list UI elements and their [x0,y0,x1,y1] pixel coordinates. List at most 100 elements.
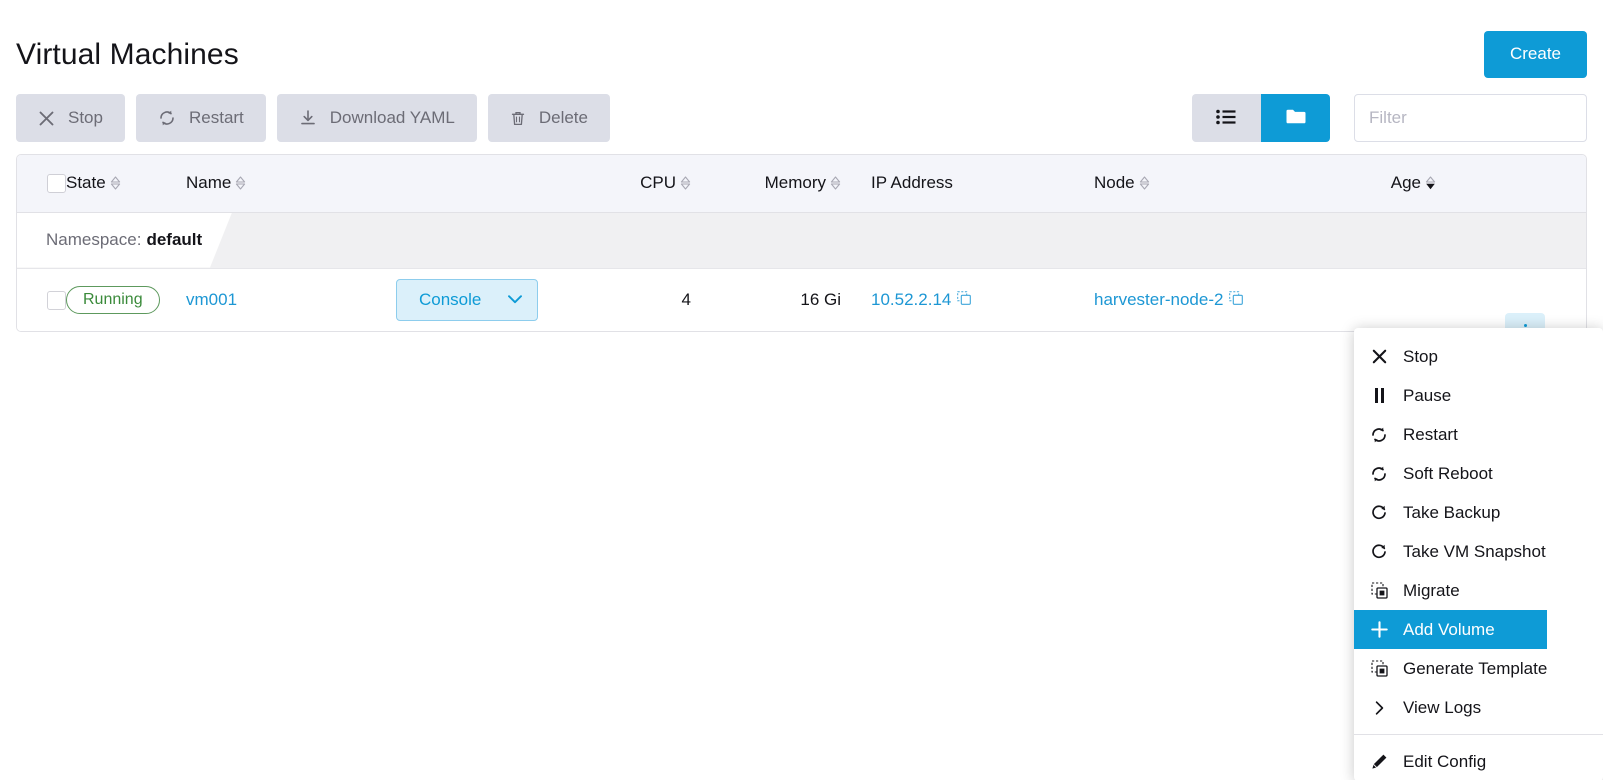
menu-separator [1354,734,1603,735]
th-node[interactable]: Node [1066,155,1361,212]
delete-button[interactable]: Delete [488,94,610,142]
group-row-cell: Namespace:default [17,212,1586,268]
page-title: Virtual Machines [16,38,239,71]
filter-input[interactable] [1354,94,1587,142]
namespace-label: Namespace: [46,230,141,250]
cell-ip-address: 10.52.2.14 [841,268,1066,331]
th-cpu[interactable]: CPU [581,155,691,212]
view-toggle-group[interactable] [1261,94,1330,142]
th-select-all [17,155,66,212]
refresh-icon [1369,426,1389,444]
menu-item-take-vm-snapshot[interactable]: Take VM Snapshot [1354,532,1603,571]
backup-icon [1369,504,1389,522]
chevron-down-icon [507,290,523,310]
menu-item-generate-template[interactable]: Generate Template [1354,649,1603,688]
th-ip-address-label: IP Address [871,173,953,193]
th-age-label: Age [1391,173,1421,193]
pause-icon [1369,388,1389,403]
node-link[interactable]: harvester-node-2 [1094,290,1223,310]
namespace-tab: Namespace:default [17,213,232,268]
menu-item-generate-template-label: Generate Template [1403,659,1547,679]
chevron-right-icon [1369,700,1389,716]
template-icon [1369,660,1389,677]
bulk-actions-group: Stop Restart [16,94,610,142]
cell-console: Console [396,268,581,331]
th-console [396,155,581,212]
menu-item-take-vm-snapshot-label: Take VM Snapshot [1403,542,1546,562]
menu-item-view-logs[interactable]: View Logs [1354,688,1603,727]
sort-icon [830,175,841,191]
cell-name: vm001 [186,268,396,331]
th-ip-address: IP Address [841,155,1066,212]
th-state[interactable]: State [66,155,186,212]
refresh-icon [158,109,176,127]
th-state-label: State [66,173,106,193]
download-icon [299,109,317,127]
sort-icon [1139,175,1150,191]
stop-button-label: Stop [68,108,103,128]
view-toggle-list[interactable] [1192,94,1261,142]
menu-item-stop[interactable]: Stop [1354,337,1603,376]
menu-item-take-backup-label: Take Backup [1403,503,1500,523]
plus-icon [1369,620,1389,639]
snapshot-icon [1369,543,1389,561]
sort-icon [110,175,121,191]
th-cpu-label: CPU [640,173,676,193]
list-icon [1216,109,1237,128]
close-icon [1369,348,1389,365]
menu-item-migrate[interactable]: Migrate [1354,571,1603,610]
th-memory-label: Memory [765,173,826,193]
sort-icon [235,175,246,191]
download-yaml-button[interactable]: Download YAML [277,94,477,142]
menu-item-soft-reboot[interactable]: Soft Reboot [1354,454,1603,493]
menu-item-take-backup[interactable]: Take Backup [1354,493,1603,532]
sort-icon-active [1425,175,1436,191]
menu-item-add-volume[interactable]: Add Volume [1354,610,1547,649]
create-button[interactable]: Create [1484,31,1587,78]
table-header-row: State Name [17,155,1586,212]
virtual-machines-page: Virtual Machines Create Stop [0,0,1603,780]
menu-item-restart[interactable]: Restart [1354,415,1603,454]
refresh-icon [1369,465,1389,483]
sort-icon [680,175,691,191]
copy-icon[interactable] [1229,290,1243,310]
cell-select [17,268,66,331]
menu-item-migrate-label: Migrate [1403,581,1460,601]
page-header: Virtual Machines Create [16,0,1587,90]
menu-item-add-volume-label: Add Volume [1403,620,1495,640]
menu-item-edit-config-label: Edit Config [1403,752,1486,772]
cell-age [1361,268,1586,331]
trash-icon [510,110,526,127]
th-name[interactable]: Name [186,155,396,212]
console-button[interactable]: Console [396,279,538,321]
th-node-label: Node [1094,173,1135,193]
console-button-label: Console [419,290,481,310]
menu-item-edit-config[interactable]: Edit Config [1354,742,1603,780]
folder-icon [1285,108,1307,128]
close-icon [38,110,55,127]
th-age[interactable]: Age [1361,155,1586,212]
stop-button[interactable]: Stop [16,94,125,142]
view-toggle [1192,94,1330,142]
table-row[interactable]: Running vm001 Console 4 16 [17,268,1586,331]
menu-item-pause-label: Pause [1403,386,1451,406]
cell-node: harvester-node-2 [1066,268,1361,331]
namespace-value: default [146,230,202,250]
copy-icon[interactable] [957,290,971,310]
cell-cpu: 4 [581,268,691,331]
pencil-icon [1369,753,1389,770]
menu-item-pause[interactable]: Pause [1354,376,1603,415]
toolbar: Stop Restart [16,90,1587,146]
th-memory[interactable]: Memory [691,155,841,212]
restart-button[interactable]: Restart [136,94,266,142]
toolbar-right-group [1192,94,1587,142]
group-row-namespace: Namespace:default [17,212,1586,268]
row-context-menu: Stop Pause Restart [1354,328,1603,780]
cell-memory: 16 Gi [691,268,841,331]
select-all-checkbox[interactable] [47,174,66,193]
vm-table: State Name [16,154,1587,332]
vm-name-link[interactable]: vm001 [186,290,237,309]
ip-address-link[interactable]: 10.52.2.14 [871,290,951,310]
row-checkbox[interactable] [47,291,66,310]
menu-item-restart-label: Restart [1403,425,1458,445]
